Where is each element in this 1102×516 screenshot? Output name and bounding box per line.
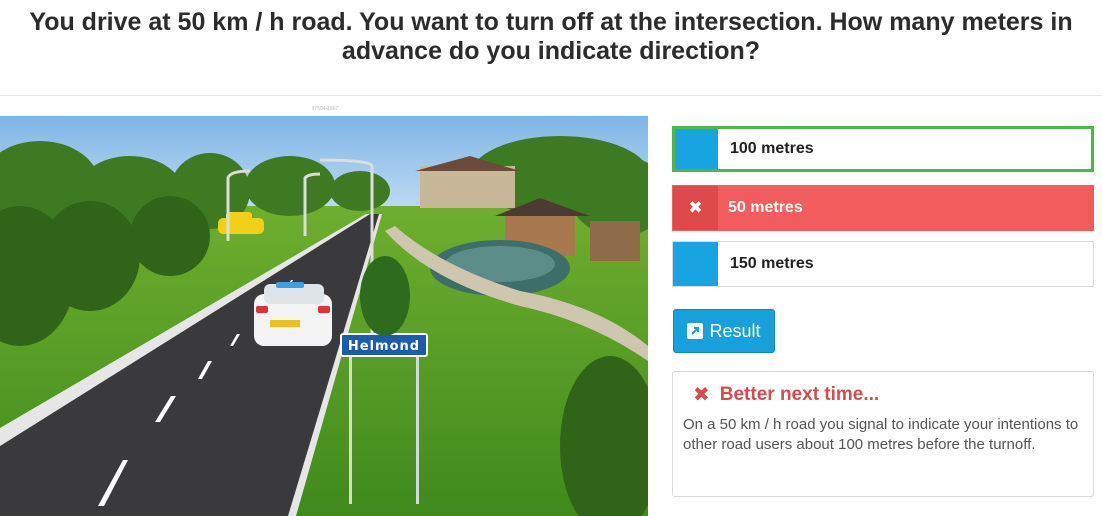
answer-option-150[interactable]: 150 metres <box>672 241 1094 287</box>
answer-marker <box>675 129 718 169</box>
answer-option-50[interactable]: ✖ 50 metres <box>672 185 1094 231</box>
image-caption: 27594-1567 <box>311 106 339 112</box>
answer-label: 150 metres <box>730 255 814 272</box>
town-sign: Helmond <box>348 339 420 354</box>
answer-marker <box>673 242 718 286</box>
question-image: Helmond <box>0 116 648 516</box>
cross-icon: ✖ <box>693 384 710 406</box>
answer-label: 50 metres <box>728 199 803 216</box>
external-link-icon <box>687 323 704 339</box>
result-button[interactable]: Result <box>673 309 775 353</box>
feedback-title: Better next time... <box>719 384 880 405</box>
answer-option-100[interactable]: 100 metres <box>672 126 1094 172</box>
feedback-text: On a 50 km / h road you signal to indica… <box>683 416 1079 453</box>
answer-label: 100 metres <box>730 140 814 157</box>
result-button-label: Result <box>709 320 761 341</box>
divider <box>0 95 1102 96</box>
question-title: You drive at 50 km / h road. You want to… <box>29 8 1073 65</box>
feedback-panel: ✖ Better next time... On a 50 km / h roa… <box>672 371 1094 497</box>
cross-icon: ✖ <box>673 186 718 230</box>
